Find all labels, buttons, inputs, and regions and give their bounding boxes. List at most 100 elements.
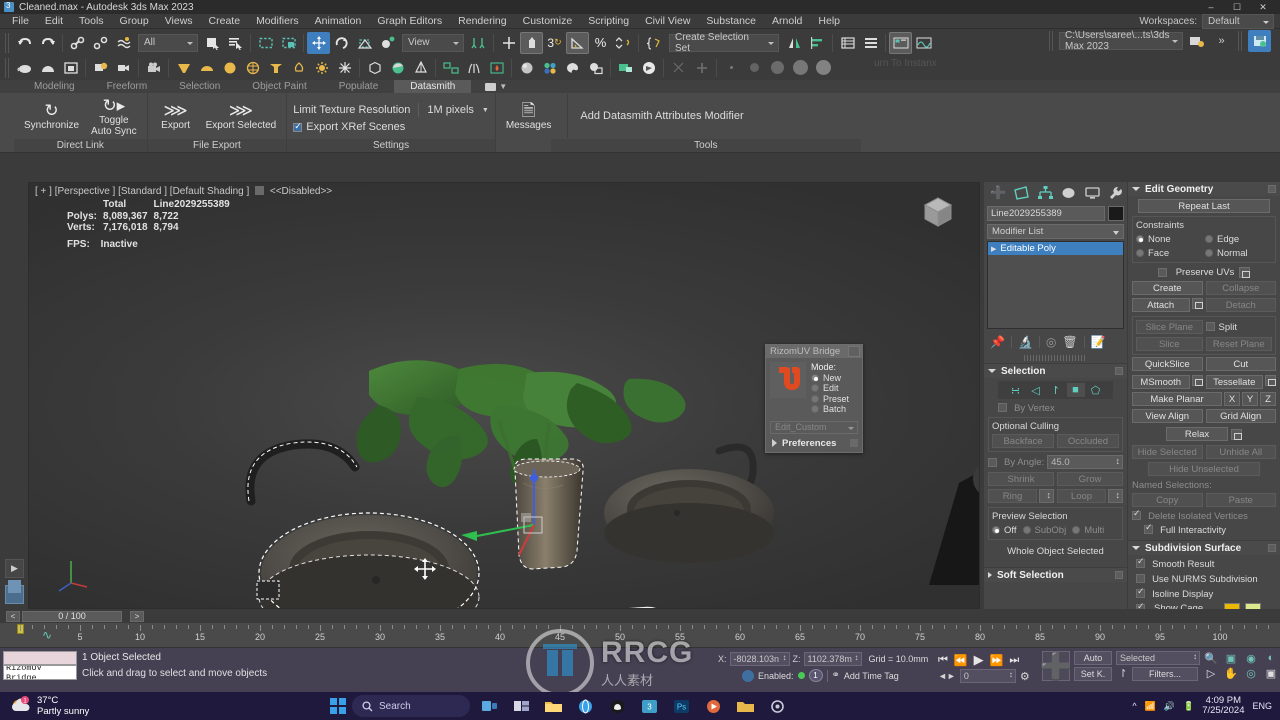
unlink-selection-icon[interactable]	[89, 32, 112, 54]
render-production-icon[interactable]	[637, 57, 660, 79]
delete-isolated-checkbox[interactable]	[1132, 508, 1141, 520]
preserve-uvs-checkbox[interactable]	[1157, 268, 1167, 277]
align-icon[interactable]	[806, 32, 829, 54]
cone-primitive-icon[interactable]	[172, 57, 195, 79]
tessellate-button[interactable]: Tessellate	[1205, 375, 1263, 389]
show-cage-checkbox[interactable]	[1136, 601, 1145, 609]
select-and-link-icon[interactable]	[66, 32, 89, 54]
taskbar-search-box[interactable]: Search	[352, 695, 470, 717]
menu-help[interactable]: Help	[810, 14, 848, 29]
export-xref-checkbox[interactable]	[293, 121, 303, 132]
go-to-start-icon[interactable]: ⏮	[938, 654, 948, 667]
menu-views[interactable]: Views	[157, 14, 201, 29]
hierarchy-tab-icon[interactable]	[1034, 183, 1057, 203]
teapot-primitive-icon[interactable]	[13, 57, 36, 79]
coord-x-field[interactable]: -8028.103n	[729, 652, 790, 666]
helper-axis-icon[interactable]	[409, 57, 432, 79]
save-file-icon[interactable]	[1248, 30, 1271, 52]
ribbon-tab-modeling[interactable]: Modeling	[18, 80, 91, 93]
zoom-extents-icon[interactable]: ▣	[1222, 652, 1240, 665]
material-palette-icon[interactable]	[561, 57, 584, 79]
make-planar-button[interactable]: Make Planar	[1132, 392, 1222, 406]
use-pivot-point-center-icon[interactable]	[467, 32, 490, 54]
layer-explorer-icon[interactable]	[836, 32, 859, 54]
ribbon-display-options[interactable]: ▼	[485, 82, 507, 91]
previous-frame-icon[interactable]: ⏪	[954, 654, 968, 667]
file-explorer-icon[interactable]	[540, 695, 566, 717]
vertex-subobject-icon[interactable]: ∺	[1007, 383, 1025, 397]
widgets-icon[interactable]	[508, 695, 534, 717]
rizomuv-preset-dropdown[interactable]: Edit_Custom	[770, 420, 858, 434]
utilities-tab-icon[interactable]	[1105, 183, 1128, 203]
ring-button[interactable]: Ring	[988, 489, 1037, 503]
relax-settings-icon[interactable]	[1231, 428, 1242, 440]
rollout-grab-handle[interactable]	[1024, 355, 1087, 361]
ribbon-tab-populate[interactable]: Populate	[323, 80, 394, 93]
camera-target-icon[interactable]	[112, 57, 135, 79]
unreal-engine-icon[interactable]	[604, 695, 630, 717]
texture-pixels-dropdown[interactable]: 1M pixels	[427, 104, 483, 116]
edge-subobject-icon[interactable]: ◁	[1027, 383, 1045, 397]
task-view-icon[interactable]	[476, 695, 502, 717]
viewport-expand-icon[interactable]: ▶	[5, 559, 24, 578]
omni-light-icon[interactable]	[89, 57, 112, 79]
isoline-display-checkbox[interactable]	[1136, 586, 1145, 598]
geosphere-primitive-icon[interactable]	[241, 57, 264, 79]
prev-frame-button[interactable]: <	[6, 610, 20, 622]
current-frame-display[interactable]: 0 / 100	[22, 610, 122, 622]
zoom-icon[interactable]: 🔍	[1202, 652, 1220, 665]
render-dot-4-icon[interactable]	[789, 57, 812, 79]
render-dot-2-icon[interactable]	[743, 57, 766, 79]
polygon-cage-icon[interactable]	[363, 57, 386, 79]
constraint-edge-option[interactable]: Edge	[1205, 233, 1272, 245]
auto-key-button[interactable]: Auto	[1074, 651, 1112, 665]
reset-plane-button[interactable]: Reset Plane	[1205, 337, 1272, 351]
uvw-unwrap-icon[interactable]	[439, 57, 462, 79]
attach-button[interactable]: Attach	[1132, 298, 1190, 312]
shrink-button[interactable]: Shrink	[988, 472, 1054, 486]
rizomuv-bridge-panel[interactable]: RizomUV Bridge Mode: New Edit Preset Bat…	[765, 344, 863, 453]
key-tangent-icon[interactable]: ↾	[1116, 667, 1130, 681]
select-and-place-icon[interactable]	[376, 32, 399, 54]
current-key-field[interactable]: 0	[959, 669, 1016, 683]
ribbon-tab-freeform[interactable]: Freeform	[91, 80, 164, 93]
element-subobject-icon[interactable]: ⬠	[1087, 383, 1105, 397]
tessellate-settings-icon[interactable]	[1265, 375, 1276, 386]
toggle-ribbon-icon[interactable]	[889, 31, 912, 54]
add-icon[interactable]	[690, 57, 713, 79]
undo-icon[interactable]	[13, 32, 36, 54]
folder-icon[interactable]	[732, 695, 758, 717]
tray-overflow-icon[interactable]: ^	[1132, 701, 1136, 711]
rizomuv-pin-icon[interactable]	[850, 439, 858, 447]
loop-spinner[interactable]	[1108, 489, 1123, 503]
use-nurms-checkbox[interactable]	[1136, 574, 1145, 583]
display-tab-icon[interactable]	[1081, 183, 1104, 203]
edit-named-selection-sets-icon[interactable]	[642, 32, 665, 54]
orbit-icon[interactable]: ◎	[1242, 667, 1260, 680]
window-crossing-icon[interactable]	[277, 32, 300, 54]
minimize-button[interactable]: –	[1198, 0, 1224, 14]
ribbon-tab-object-paint[interactable]: Object Paint	[236, 80, 322, 93]
reference-coordinate-dropdown[interactable]: View	[402, 33, 464, 52]
rizomuv-mode-preset[interactable]: Preset	[811, 394, 849, 405]
bind-to-space-warp-icon[interactable]	[112, 32, 135, 54]
menu-civil-view[interactable]: Civil View	[637, 14, 698, 29]
next-frame-icon[interactable]: ⏩	[990, 654, 1004, 667]
constraint-face-option[interactable]: Face	[1136, 247, 1203, 259]
select-and-scale-icon[interactable]	[353, 32, 376, 54]
preview-multi-option[interactable]: Multi	[1072, 524, 1104, 536]
hide-unselected-button[interactable]: Hide Unselected	[1148, 462, 1260, 476]
maximize-button[interactable]: ☐	[1224, 0, 1250, 14]
full-interactivity-row[interactable]: Full Interactivity	[1144, 522, 1276, 536]
cage-color-swatch-1[interactable]	[1223, 603, 1240, 609]
rizomuv-mode-edit[interactable]: Edit	[811, 383, 849, 394]
burst-light-icon[interactable]	[333, 57, 356, 79]
quickslice-button[interactable]: QuickSlice	[1132, 357, 1203, 371]
make-planar-x-button[interactable]: X	[1224, 392, 1240, 406]
synchronize-button[interactable]: ↻ Synchronize	[20, 99, 83, 133]
selection-rollout-header[interactable]: Selection	[984, 364, 1127, 378]
messages-button[interactable]: 🗎 Messages	[502, 99, 556, 133]
adaptive-degradation-icon[interactable]	[742, 669, 754, 682]
filters-button[interactable]: Filters...	[1132, 667, 1198, 681]
time-tag-icon[interactable]: ⚭	[832, 670, 840, 681]
